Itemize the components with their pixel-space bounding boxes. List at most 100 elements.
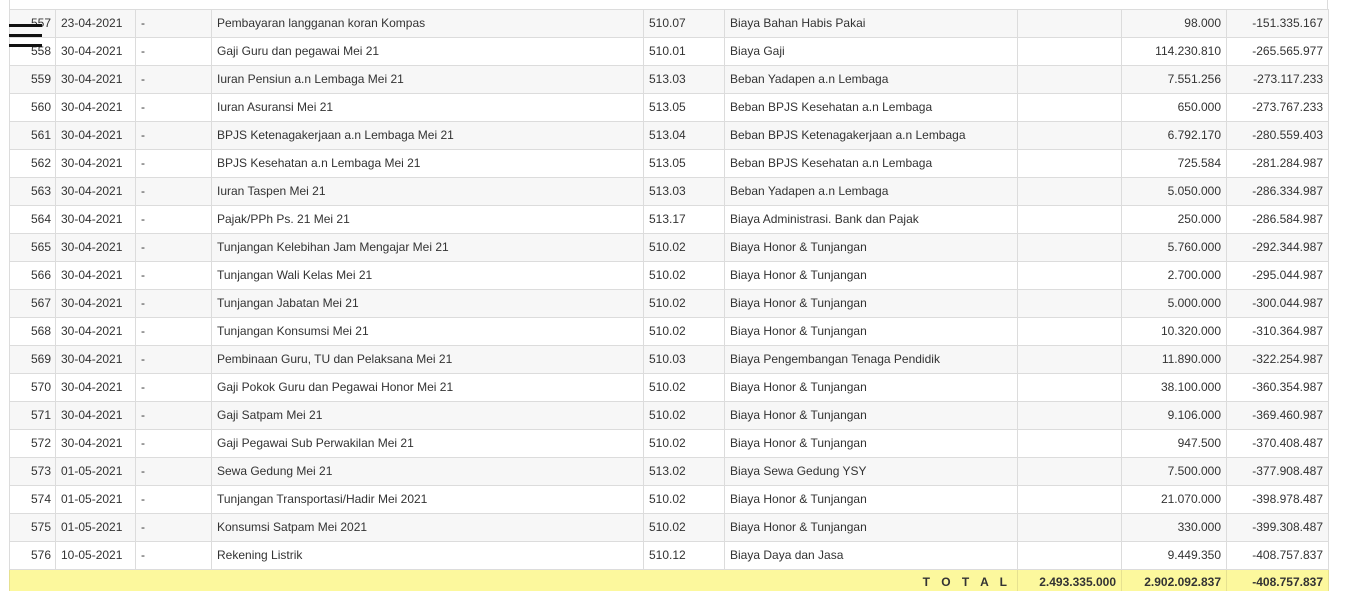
row-account-code: 513.03 [643, 177, 725, 206]
row-number: 563 [9, 177, 56, 206]
row-balance: -151.335.167 [1226, 9, 1329, 38]
row-number: 560 [9, 93, 56, 122]
row-balance: -399.308.487 [1226, 513, 1329, 542]
row-description: Gaji Pegawai Sub Perwakilan Mei 21 [211, 429, 644, 458]
menu-bar [9, 34, 42, 37]
row-date: 30-04-2021 [55, 177, 136, 206]
row-credit: 11.890.000 [1121, 345, 1227, 374]
row-date: 30-04-2021 [55, 373, 136, 402]
row-number: 567 [9, 289, 56, 318]
row-reference: - [135, 485, 212, 514]
row-credit: 10.320.000 [1121, 317, 1227, 346]
table-row[interactable]: 564 30-04-2021 - Pajak/PPh Ps. 21 Mei 21… [9, 205, 1329, 234]
row-account-code: 510.01 [643, 37, 725, 66]
row-debit [1017, 205, 1122, 234]
row-debit [1017, 513, 1122, 542]
row-balance: -281.284.987 [1226, 149, 1329, 178]
total-balance: -408.757.837 [1226, 569, 1329, 591]
row-account-name: Beban Yadapen a.n Lembaga [724, 65, 1018, 94]
row-date: 30-04-2021 [55, 401, 136, 430]
table-row[interactable]: 576 10-05-2021 - Rekening Listrik 510.12… [9, 541, 1329, 570]
row-number: 564 [9, 205, 56, 234]
table-row[interactable]: 561 30-04-2021 - BPJS Ketenagakerjaan a.… [9, 121, 1329, 150]
row-reference: - [135, 65, 212, 94]
row-account-name: Biaya Gaji [724, 37, 1018, 66]
row-description: Rekening Listrik [211, 541, 644, 570]
row-reference: - [135, 429, 212, 458]
row-credit: 250.000 [1121, 205, 1227, 234]
table-row[interactable]: 575 01-05-2021 - Konsumsi Satpam Mei 202… [9, 513, 1329, 542]
row-description: Tunjangan Wali Kelas Mei 21 [211, 261, 644, 290]
row-reference: - [135, 9, 212, 38]
row-credit: 114.230.810 [1121, 37, 1227, 66]
table-top-edge [9, 0, 1328, 9]
table-row[interactable]: 573 01-05-2021 - Sewa Gedung Mei 21 513.… [9, 457, 1329, 486]
table-row[interactable]: 565 30-04-2021 - Tunjangan Kelebihan Jam… [9, 233, 1329, 262]
table-row[interactable]: 569 30-04-2021 - Pembinaan Guru, TU dan … [9, 345, 1329, 374]
row-credit: 7.551.256 [1121, 65, 1227, 94]
row-debit [1017, 65, 1122, 94]
row-balance: -300.044.987 [1226, 289, 1329, 318]
table-row[interactable]: 570 30-04-2021 - Gaji Pokok Guru dan Peg… [9, 373, 1329, 402]
row-account-code: 513.03 [643, 65, 725, 94]
row-account-code: 510.02 [643, 401, 725, 430]
row-reference: - [135, 177, 212, 206]
row-account-name: Biaya Daya dan Jasa [724, 541, 1018, 570]
row-description: Tunjangan Kelebihan Jam Mengajar Mei 21 [211, 233, 644, 262]
row-credit: 9.449.350 [1121, 541, 1227, 570]
row-debit [1017, 457, 1122, 486]
row-balance: -369.460.987 [1226, 401, 1329, 430]
row-date: 23-04-2021 [55, 9, 136, 38]
row-balance: -273.117.233 [1226, 65, 1329, 94]
table-row[interactable]: 568 30-04-2021 - Tunjangan Konsumsi Mei … [9, 317, 1329, 346]
table-row[interactable]: 559 30-04-2021 - Iuran Pensiun a.n Lemba… [9, 65, 1329, 94]
row-date: 30-04-2021 [55, 37, 136, 66]
row-account-code: 510.12 [643, 541, 725, 570]
hamburger-menu-icon[interactable] [9, 24, 42, 50]
table-row[interactable]: 558 30-04-2021 - Gaji Guru dan pegawai M… [9, 37, 1329, 66]
row-reference: - [135, 513, 212, 542]
row-number: 562 [9, 149, 56, 178]
row-number: 572 [9, 429, 56, 458]
row-credit: 2.700.000 [1121, 261, 1227, 290]
table-row[interactable]: 574 01-05-2021 - Tunjangan Transportasi/… [9, 485, 1329, 514]
table-row[interactable]: 560 30-04-2021 - Iuran Asuransi Mei 21 5… [9, 93, 1329, 122]
row-reference: - [135, 93, 212, 122]
table-row[interactable]: 567 30-04-2021 - Tunjangan Jabatan Mei 2… [9, 289, 1329, 318]
table-row[interactable]: 562 30-04-2021 - BPJS Kesehatan a.n Lemb… [9, 149, 1329, 178]
row-debit [1017, 373, 1122, 402]
row-debit [1017, 149, 1122, 178]
row-reference: - [135, 149, 212, 178]
row-balance: -398.978.487 [1226, 485, 1329, 514]
row-debit [1017, 541, 1122, 570]
page: 557 23-04-2021 - Pembayaran langganan ko… [0, 0, 1345, 591]
row-reference: - [135, 317, 212, 346]
row-account-code: 513.05 [643, 149, 725, 178]
row-description: Iuran Taspen Mei 21 [211, 177, 644, 206]
row-account-code: 513.17 [643, 205, 725, 234]
row-account-name: Biaya Honor & Tunjangan [724, 261, 1018, 290]
row-description: Gaji Guru dan pegawai Mei 21 [211, 37, 644, 66]
row-date: 30-04-2021 [55, 121, 136, 150]
row-debit [1017, 233, 1122, 262]
table-row[interactable]: 557 23-04-2021 - Pembayaran langganan ko… [9, 9, 1329, 38]
row-credit: 7.500.000 [1121, 457, 1227, 486]
table-row[interactable]: 571 30-04-2021 - Gaji Satpam Mei 21 510.… [9, 401, 1329, 430]
row-balance: -265.565.977 [1226, 37, 1329, 66]
row-account-name: Biaya Administrasi. Bank dan Pajak [724, 205, 1018, 234]
row-date: 30-04-2021 [55, 317, 136, 346]
row-balance: -408.757.837 [1226, 541, 1329, 570]
row-reference: - [135, 345, 212, 374]
row-date: 10-05-2021 [55, 541, 136, 570]
row-balance: -273.767.233 [1226, 93, 1329, 122]
table-row[interactable]: 572 30-04-2021 - Gaji Pegawai Sub Perwak… [9, 429, 1329, 458]
row-reference: - [135, 401, 212, 430]
row-number: 566 [9, 261, 56, 290]
row-credit: 725.584 [1121, 149, 1227, 178]
row-balance: -322.254.987 [1226, 345, 1329, 374]
row-date: 01-05-2021 [55, 485, 136, 514]
row-debit [1017, 37, 1122, 66]
table-row[interactable]: 566 30-04-2021 - Tunjangan Wali Kelas Me… [9, 261, 1329, 290]
table-row[interactable]: 563 30-04-2021 - Iuran Taspen Mei 21 513… [9, 177, 1329, 206]
row-description: BPJS Kesehatan a.n Lembaga Mei 21 [211, 149, 644, 178]
